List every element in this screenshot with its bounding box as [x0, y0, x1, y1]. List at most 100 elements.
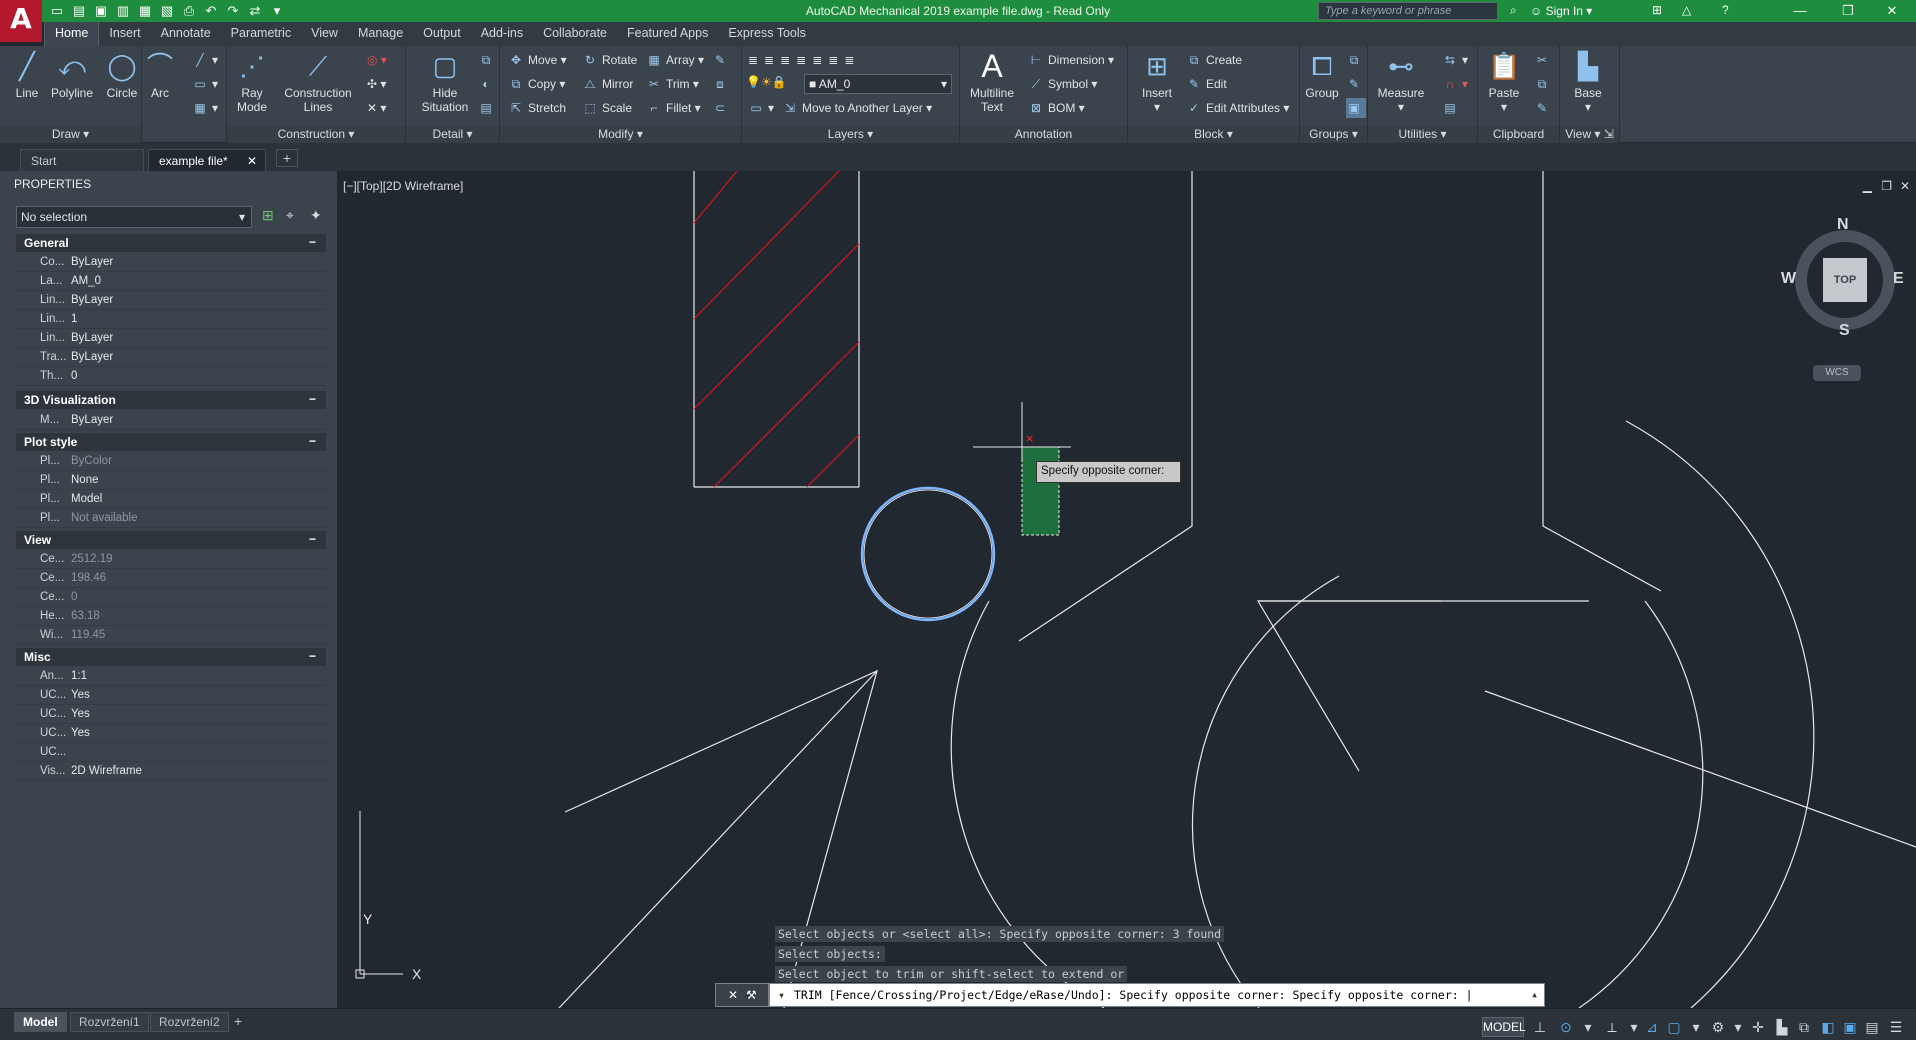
clean-screen-icon[interactable]: ▤	[1862, 1018, 1882, 1036]
plot-icon[interactable]: ⎙	[180, 2, 198, 20]
sign-in-button[interactable]: ☺ Sign In ▾	[1530, 4, 1592, 18]
layout-tab-model[interactable]: Model	[14, 1012, 67, 1032]
property-row[interactable]: He... 63.18	[16, 607, 326, 626]
property-row[interactable]: Vis... 2D Wireframe	[16, 762, 326, 781]
close-button[interactable]: ✕	[1872, 2, 1912, 20]
rotate-button[interactable]: ↻ Rotate	[582, 50, 637, 70]
modify-panel-label[interactable]: Modify ▾	[500, 126, 741, 143]
ungroup-icon[interactable]: ⧉	[1346, 50, 1366, 70]
tab-collaborate[interactable]: Collaborate	[533, 22, 617, 46]
property-row[interactable]: Lin... ByLayer	[16, 291, 326, 310]
open-icon[interactable]: ▤	[70, 2, 88, 20]
polyline-button[interactable]: ⤺ Polyline	[46, 50, 98, 100]
insert-button[interactable]: ⊞ Insert ▾	[1132, 50, 1182, 114]
group-edit-icon[interactable]: ✎	[1346, 74, 1366, 94]
add-layout-icon[interactable]: +	[234, 1013, 242, 1029]
utility-tool1-icon[interactable]: ⇆ ▾	[1442, 50, 1468, 70]
move-button[interactable]: ✥ Move ▾	[508, 50, 567, 70]
annotation-panel-label[interactable]: Annotation	[960, 126, 1127, 143]
share-icon[interactable]: ⇄	[246, 2, 264, 20]
detail-tool1-icon[interactable]: ⧉	[478, 50, 498, 70]
tab-home[interactable]: Home	[44, 22, 100, 46]
calculator-icon[interactable]: ▤	[1442, 98, 1462, 118]
block-panel-label[interactable]: Block ▾	[1128, 126, 1299, 143]
cut-icon[interactable]: ✂	[1534, 50, 1554, 70]
layer-dropdown[interactable]: ■ AM_0 ▾	[804, 74, 952, 94]
compass-w[interactable]: W	[1781, 270, 1796, 288]
group-button[interactable]: ⧠ Group	[1300, 50, 1344, 100]
section-3d-visualization[interactable]: 3D Visualization −	[16, 391, 326, 409]
snap-dropdown-icon[interactable]: ▾	[1578, 1018, 1598, 1036]
a360-icon[interactable]: △	[1682, 3, 1691, 17]
app-menu-logo[interactable]: A	[0, 0, 42, 42]
viewcube[interactable]: TOP N S E W	[1781, 216, 1911, 346]
tab-manage[interactable]: Manage	[348, 22, 413, 46]
snap-icon[interactable]: ⊙	[1556, 1018, 1576, 1036]
property-row[interactable]: Pl... None	[16, 471, 326, 490]
match-props-icon[interactable]: ✎	[1534, 98, 1554, 118]
tab-content[interactable]: View	[301, 22, 348, 46]
file-tab[interactable]: example file* ✕	[148, 149, 266, 171]
tab-express-tools[interactable]: Express Tools	[718, 22, 816, 46]
group-select-icon[interactable]: ▣	[1346, 98, 1366, 118]
property-row[interactable]: La... AM_0	[16, 272, 326, 291]
move-to-layer-button[interactable]: ⇲ Move to Another Layer ▾	[782, 98, 932, 118]
settings-icon[interactable]: ⚙	[1708, 1018, 1728, 1036]
recent-commands-icon[interactable]: ▾	[778, 988, 785, 1002]
layout-tab-rozvrzeni1[interactable]: Rozvržení1	[70, 1012, 149, 1032]
customize-status-icon[interactable]: ☰	[1886, 1018, 1906, 1036]
command-line-input[interactable]: ▾ TRIM [Fence/Crossing/Project/Edge/eRas…	[769, 983, 1545, 1007]
save-web-icon[interactable]: ▧	[158, 2, 176, 20]
construction-circle-icon[interactable]: ◎ ▾	[367, 50, 387, 70]
construction-point-icon[interactable]: ✣ ▾	[367, 74, 386, 94]
new-tab-button[interactable]: +	[276, 149, 298, 167]
tab-addins[interactable]: Add-ins	[471, 22, 533, 46]
close-tab-icon[interactable]: ✕	[247, 154, 257, 168]
detail-tool2-icon[interactable]: ◐	[478, 74, 498, 94]
explode-icon[interactable]: ⧈	[712, 74, 732, 94]
erase-icon[interactable]: ✎	[712, 50, 732, 70]
compass-n[interactable]: N	[1837, 216, 1849, 234]
hide-situation-button[interactable]: ▢ Hide Situation	[416, 50, 474, 114]
utility-tool2-icon[interactable]: ∩ ▾	[1442, 74, 1468, 94]
settings-dropdown-icon[interactable]: ▾	[1728, 1018, 1748, 1036]
customize-qat-icon[interactable]: ▾	[268, 2, 286, 20]
layer-color-icon[interactable]: ▭ ▾	[748, 98, 774, 118]
grid-icon[interactable]: ⊥	[1530, 1018, 1550, 1036]
create-block-button[interactable]: ⧉ Create	[1186, 50, 1242, 70]
hatch-icon[interactable]: ╱ ▾	[192, 50, 218, 70]
symbol-button[interactable]: ⟋ Symbol ▾	[1028, 74, 1098, 94]
ray-mode-button[interactable]: ⋰ Ray Mode	[227, 50, 277, 114]
property-row[interactable]: An... 1:1	[16, 667, 326, 686]
edit-block-button[interactable]: ✎ Edit	[1186, 74, 1227, 94]
compass-s[interactable]: S	[1839, 322, 1850, 340]
copy-button[interactable]: ⧉ Copy ▾	[508, 74, 566, 94]
utilities-panel-label[interactable]: Utilities ▾	[1368, 126, 1477, 143]
layout-tab-rozvrzeni2[interactable]: Rozvržení2	[150, 1012, 229, 1032]
tab-annotate[interactable]: Annotate	[151, 22, 221, 46]
trim-button[interactable]: ✂ Trim ▾	[646, 74, 699, 94]
property-row[interactable]: UC... Yes	[16, 686, 326, 705]
quick-select-icon[interactable]: ✦	[310, 207, 322, 224]
scale-button[interactable]: ⬚ Scale	[582, 98, 632, 118]
property-row[interactable]: Co... ByLayer	[16, 253, 326, 272]
mirror-button[interactable]: ⧍ Mirror	[582, 74, 633, 94]
property-row[interactable]: UC...	[16, 743, 326, 762]
view-panel-label[interactable]: View ▾ ⇲	[1560, 126, 1619, 143]
binoculars-icon[interactable]: ⌕	[1510, 3, 1517, 18]
property-row[interactable]: Lin... ByLayer	[16, 329, 326, 348]
isolate-icon[interactable]: ◧	[1818, 1018, 1838, 1036]
lineweight-icon[interactable]: ▣	[1840, 1018, 1860, 1036]
start-tab[interactable]: Start	[20, 149, 144, 171]
property-row[interactable]: Ce... 198.46	[16, 569, 326, 588]
redo-icon[interactable]: ↷	[224, 2, 242, 20]
layers-panel-label[interactable]: Layers ▾	[742, 126, 959, 143]
selection-dropdown[interactable]: No selection ▾	[16, 206, 252, 228]
property-row[interactable]: M... ByLayer	[16, 411, 326, 430]
search-input[interactable]: Type a keyword or phrase	[1318, 2, 1498, 20]
rectangle-icon[interactable]: ▭ ▾	[192, 74, 218, 94]
detail-tool3-icon[interactable]: ▤	[478, 98, 498, 118]
section-general[interactable]: General −	[16, 234, 326, 252]
paste-button[interactable]: 📋 Paste ▾	[1480, 50, 1528, 114]
polar-dropdown-icon[interactable]: ▾	[1624, 1018, 1644, 1036]
